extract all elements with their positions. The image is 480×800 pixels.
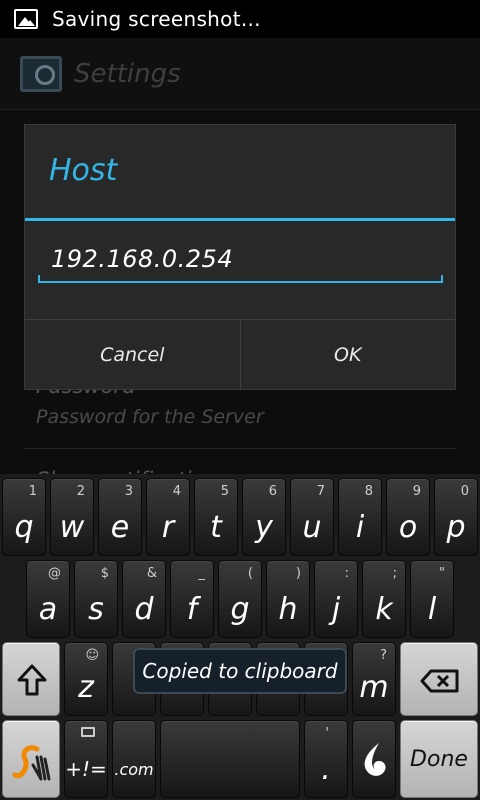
- key-l[interactable]: " l: [410, 560, 454, 638]
- swype-key[interactable]: [2, 720, 60, 798]
- pref-password-summary: Password for the Server: [36, 406, 264, 428]
- app-icon: [20, 55, 62, 92]
- key-u[interactable]: 7u: [290, 478, 334, 556]
- key-i[interactable]: 8i: [338, 478, 382, 556]
- swype-logo-icon: [12, 745, 51, 781]
- clipboard-toast: Copied to clipboard: [133, 648, 347, 694]
- key-r[interactable]: 4r: [146, 478, 190, 556]
- soft-keyboard: 1q 2w 3e 4r 5t 6y 7u 8i 9o 0p @ a $ s & d _…: [0, 474, 480, 800]
- dotcom-key[interactable]: .com: [112, 720, 156, 798]
- key-z[interactable]: ☺ z: [64, 642, 108, 716]
- key-s[interactable]: $ s: [74, 560, 118, 638]
- key-j[interactable]: :j: [314, 560, 358, 638]
- host-input-underline: [38, 275, 443, 283]
- shift-key[interactable]: [2, 642, 60, 716]
- key-f[interactable]: _ f: [170, 560, 214, 638]
- done-key[interactable]: Done: [400, 720, 478, 798]
- key-g[interactable]: (g: [218, 560, 262, 638]
- dragon-flame-icon: [364, 743, 386, 776]
- key-m[interactable]: ? m: [352, 642, 396, 716]
- pref-divider: [24, 448, 456, 449]
- key-w[interactable]: 2w: [50, 478, 94, 556]
- dialog-title-divider: [25, 218, 455, 221]
- dragon-mic-key[interactable]: [352, 720, 396, 798]
- key-t[interactable]: 5t: [194, 478, 238, 556]
- settings-header: Settings: [0, 38, 480, 110]
- picture-icon: [14, 9, 38, 29]
- shift-arrow-icon: [17, 664, 47, 696]
- ok-button[interactable]: OK: [241, 320, 456, 389]
- host-input[interactable]: [39, 237, 443, 281]
- cancel-button[interactable]: Cancel: [25, 320, 240, 389]
- key-k[interactable]: ; k: [362, 560, 406, 638]
- key-h[interactable]: ) h: [266, 560, 310, 638]
- key-a[interactable]: @ a: [26, 560, 70, 638]
- dialog-button-bar: Cancel OK: [25, 319, 455, 389]
- backspace-key[interactable]: [400, 642, 478, 716]
- key-o[interactable]: 9o: [386, 478, 430, 556]
- space-key[interactable]: [160, 720, 300, 798]
- symbols-key[interactable]: +!=: [64, 720, 108, 798]
- key-y[interactable]: 6y: [242, 478, 286, 556]
- period-key[interactable]: ' .: [304, 720, 348, 798]
- settings-title: Settings: [74, 58, 181, 89]
- status-text: Saving screenshot...: [52, 7, 261, 31]
- key-q[interactable]: 1q: [2, 478, 46, 556]
- key-p[interactable]: 0p: [434, 478, 478, 556]
- backspace-icon: [420, 669, 459, 693]
- host-dialog: Host Cancel OK: [24, 124, 456, 390]
- dialog-title: Host: [49, 153, 118, 188]
- status-bar: Saving screenshot...: [0, 0, 480, 38]
- key-d[interactable]: & d: [122, 560, 166, 638]
- layers-icon: [81, 727, 95, 737]
- key-e[interactable]: 3e: [98, 478, 142, 556]
